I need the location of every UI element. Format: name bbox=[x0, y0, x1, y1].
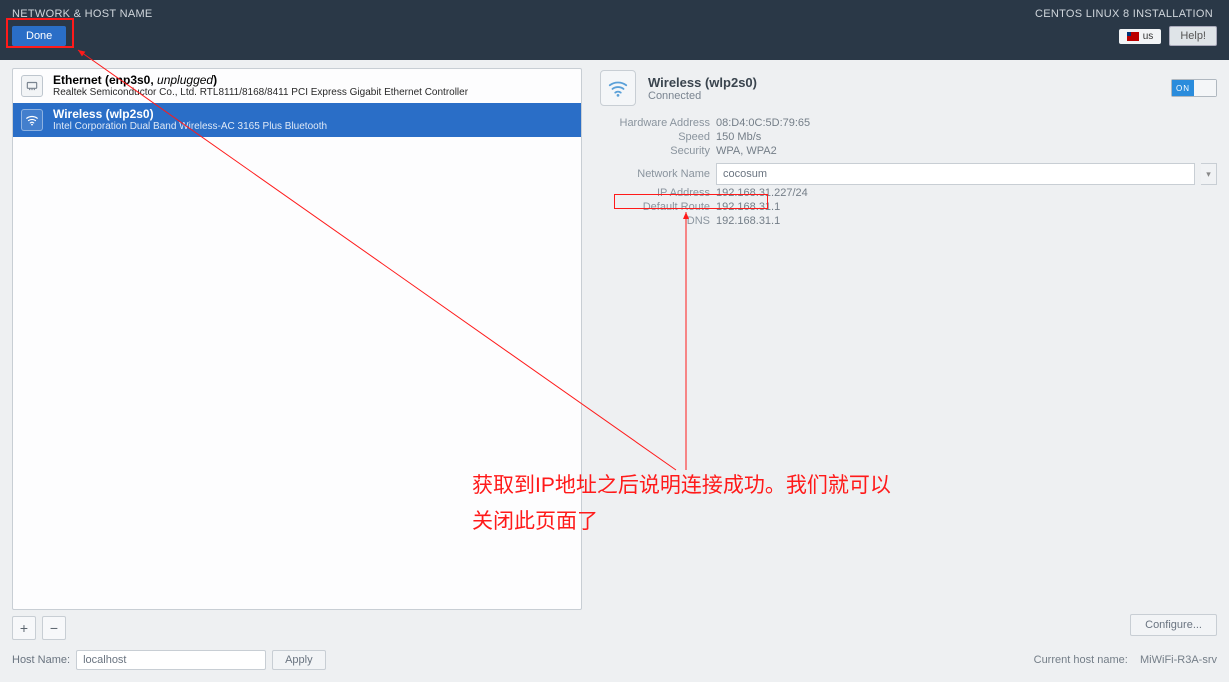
wifi-icon bbox=[21, 109, 43, 131]
main-content: Ethernet (enp3s0, unplugged) Realtek Sem… bbox=[0, 60, 1229, 682]
network-item-subtitle: Intel Corporation Dual Band Wireless-AC … bbox=[53, 121, 327, 132]
annotation-text-line2: 关闭此页面了 bbox=[472, 504, 1052, 540]
network-item-ethernet[interactable]: Ethernet (enp3s0, unplugged) Realtek Sem… bbox=[13, 69, 581, 103]
kv-key-dns: DNS bbox=[600, 215, 710, 227]
kv-val-hw: 08:D4:0C:5D:79:65 bbox=[716, 117, 810, 129]
network-list-panel: Ethernet (enp3s0, unplugged) Realtek Sem… bbox=[12, 68, 582, 640]
kv-key-hw: Hardware Address bbox=[600, 117, 710, 129]
kv-key-ip: IP Address bbox=[600, 187, 710, 199]
current-hostname-value: MiWiFi-R3A-srv bbox=[1140, 654, 1217, 666]
kv-val-route: 192.168.31.1 bbox=[716, 201, 780, 213]
us-flag-icon bbox=[1127, 32, 1139, 41]
network-item-subtitle: Realtek Semiconductor Co., Ltd. RTL8111/… bbox=[53, 87, 468, 98]
network-item-wireless[interactable]: Wireless (wlp2s0) Intel Corporation Dual… bbox=[13, 103, 581, 137]
hostname-row: Host Name: Apply Current host name: MiWi… bbox=[12, 650, 1217, 670]
add-network-button[interactable]: + bbox=[12, 616, 36, 640]
detail-table: Hardware Address 08:D4:0C:5D:79:65 Speed 1… bbox=[600, 116, 1217, 228]
toggle-knob bbox=[1194, 80, 1216, 96]
current-hostname-label: Current host name: bbox=[1034, 654, 1128, 666]
annotation-text: 获取到IP地址之后说明连接成功。我们就可以 关闭此页面了 bbox=[472, 468, 1052, 539]
network-name-dropdown-arrow[interactable]: ▾ bbox=[1201, 163, 1217, 185]
network-item-title: Wireless (wlp2s0) bbox=[53, 107, 327, 121]
configure-button[interactable]: Configure... bbox=[1130, 614, 1217, 636]
keyboard-label: us bbox=[1143, 31, 1154, 42]
help-button[interactable]: Help! bbox=[1169, 26, 1217, 46]
wifi-detail-icon bbox=[600, 70, 636, 106]
kv-val-ip: 192.168.31.227/24 bbox=[716, 187, 808, 199]
hostname-label: Host Name: bbox=[12, 654, 70, 666]
ethernet-icon bbox=[21, 75, 43, 97]
network-detail-panel: Wireless (wlp2s0) Connected ON Hardware … bbox=[600, 68, 1217, 640]
toggle-on-label: ON bbox=[1172, 80, 1194, 96]
wifi-toggle[interactable]: ON bbox=[1171, 79, 1217, 97]
annotation-text-line1: 获取到IP地址之后说明连接成功。我们就可以 bbox=[472, 468, 1052, 504]
header-left: NETWORK & HOST NAME Done bbox=[12, 8, 153, 46]
kv-key-security: Security bbox=[600, 145, 710, 157]
kv-val-speed: 150 Mb/s bbox=[716, 131, 761, 143]
network-list-toolbar: + − bbox=[12, 616, 582, 640]
kv-key-speed: Speed bbox=[600, 131, 710, 143]
done-button[interactable]: Done bbox=[12, 26, 66, 46]
header-bar: NETWORK & HOST NAME Done CENTOS LINUX 8 … bbox=[0, 0, 1229, 60]
hostname-input[interactable] bbox=[76, 650, 266, 670]
kv-key-netname: Network Name bbox=[600, 168, 710, 180]
current-hostname: Current host name: MiWiFi-R3A-srv bbox=[1034, 654, 1217, 666]
apply-button[interactable]: Apply bbox=[272, 650, 326, 670]
kv-val-security: WPA, WPA2 bbox=[716, 145, 777, 157]
keyboard-indicator[interactable]: us bbox=[1119, 29, 1162, 44]
header-right: CENTOS LINUX 8 INSTALLATION us Help! bbox=[1035, 8, 1217, 46]
network-item-title: Ethernet (enp3s0, unplugged) bbox=[53, 73, 468, 87]
remove-network-button[interactable]: − bbox=[42, 616, 66, 640]
install-title: CENTOS LINUX 8 INSTALLATION bbox=[1035, 8, 1217, 20]
kv-val-dns: 192.168.31.1 bbox=[716, 215, 780, 227]
detail-title: Wireless (wlp2s0) bbox=[648, 75, 757, 90]
detail-status: Connected bbox=[648, 90, 757, 102]
network-name-input[interactable] bbox=[716, 163, 1195, 185]
page-title: NETWORK & HOST NAME bbox=[12, 8, 153, 20]
kv-key-route: Default Route bbox=[600, 201, 710, 213]
